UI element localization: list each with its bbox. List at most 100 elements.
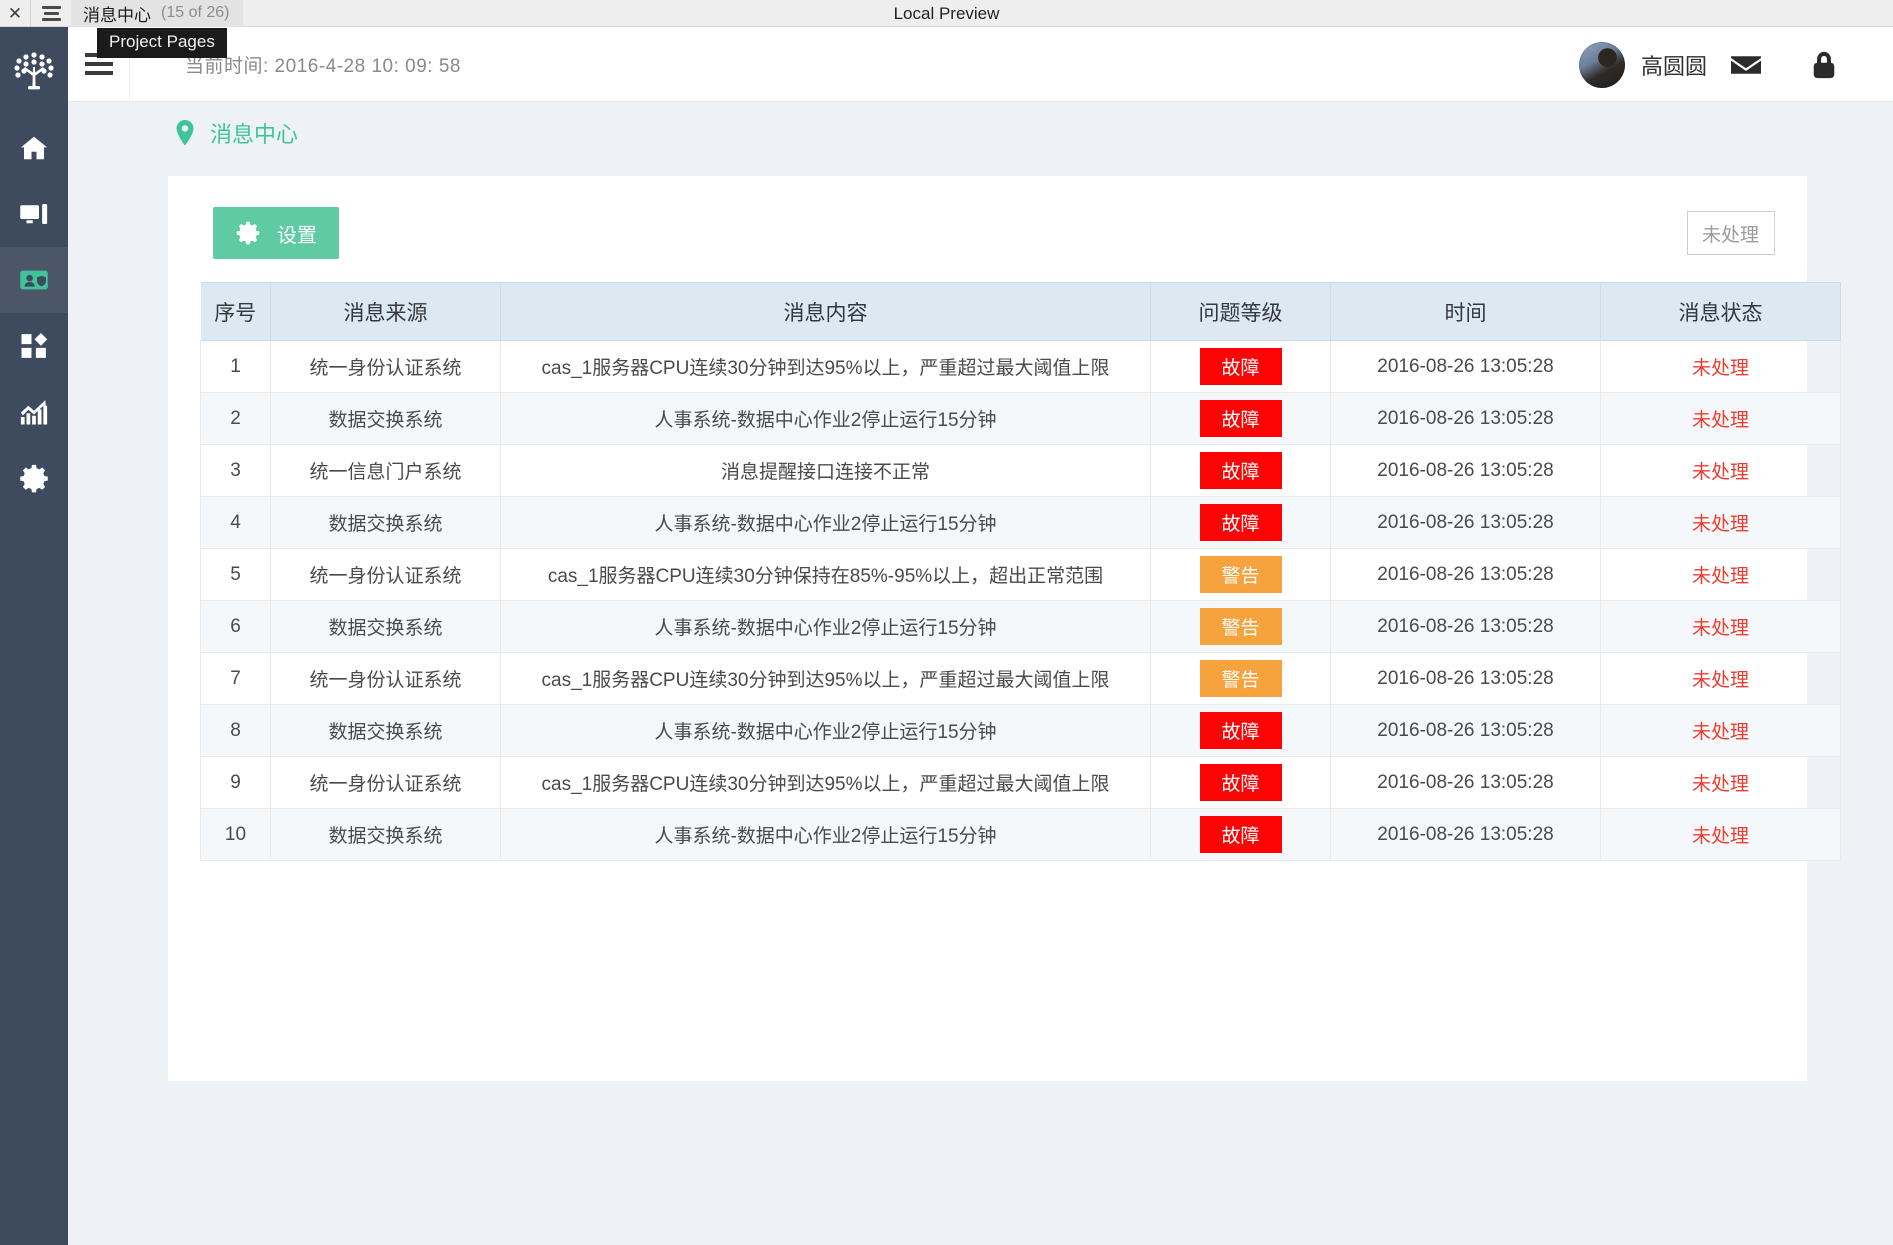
messages-button[interactable] <box>1707 27 1785 102</box>
table-body: 1 统一身份认证系统 cas_1服务器CPU连续30分钟到达95%以上，严重超过最大… <box>200 340 1841 861</box>
message-status-link[interactable]: 未处理 <box>1692 566 1749 587</box>
cell-source: 统一信息门户系统 <box>270 444 501 497</box>
id-card-icon <box>20 270 48 290</box>
cell-source: 统一身份认证系统 <box>270 756 501 809</box>
table-row[interactable]: 2 数据交换系统 人事系统-数据中心作业2停止运行15分钟 故障 2016-08-26 … <box>200 392 1841 445</box>
page-title: 消息中心 <box>210 122 299 147</box>
left-sidebar <box>0 27 68 1245</box>
cell-status[interactable]: 未处理 <box>1600 392 1841 445</box>
cell-source: 数据交换系统 <box>270 392 501 445</box>
card-toolbar: 设置 未处理 <box>168 204 1807 262</box>
browser-chrome-bar: ✕ 消息中心 (15 of 26) <box>0 0 1893 27</box>
tooltip-project-pages: Project Pages <box>97 28 227 58</box>
status-badge: 故障 <box>1199 348 1282 385</box>
cell-status[interactable]: 未处理 <box>1600 548 1841 601</box>
column-header-level[interactable]: 问题等级 <box>1150 282 1331 341</box>
cell-status[interactable]: 未处理 <box>1600 756 1841 809</box>
main-area: 当前时间: 2016-4-28 10: 09: 58 高圆圆 消息中心 设置 未… <box>68 26 1893 1245</box>
table-row[interactable]: 6 数据交换系统 人事系统-数据中心作业2停止运行15分钟 警告 2016-08-26 … <box>200 600 1841 653</box>
cell-source: 统一身份认证系统 <box>270 548 501 601</box>
status-badge: 故障 <box>1199 400 1282 437</box>
cell-time: 2016-08-26 13:05:28 <box>1330 704 1601 757</box>
sidebar-item-analytics[interactable] <box>0 379 68 445</box>
content-card: 设置 未处理 序号 消息来源 消息内容 问题等级 时间 消息状态 1 统一身份认… <box>168 176 1841 1081</box>
cell-source: 数据交换系统 <box>270 600 501 653</box>
envelope-icon <box>1731 55 1761 74</box>
settings-button[interactable]: 设置 <box>213 207 339 259</box>
column-header-source[interactable]: 消息来源 <box>270 282 501 341</box>
message-status-link[interactable]: 未处理 <box>1692 618 1749 639</box>
column-header-time[interactable]: 时间 <box>1330 282 1601 341</box>
message-status-link[interactable]: 未处理 <box>1692 358 1749 379</box>
chrome-menu-icon[interactable] <box>31 0 71 27</box>
sidebar-item-identity[interactable] <box>0 247 68 313</box>
cell-index: 4 <box>200 496 271 549</box>
cell-source: 数据交换系统 <box>270 704 501 757</box>
location-pin-icon <box>176 120 194 146</box>
message-status-link[interactable]: 未处理 <box>1692 670 1749 691</box>
table-row[interactable]: 3 统一信息门户系统 消息提醒接口连接不正常 故障 2016-08-26 13:05:2… <box>200 444 1841 497</box>
table-row[interactable]: 5 统一身份认证系统 cas_1服务器CPU连续30分钟保持在85%-95%以上，超… <box>200 548 1841 601</box>
message-status-link[interactable]: 未处理 <box>1692 462 1749 483</box>
status-filter-select[interactable]: 未处理 <box>1687 211 1775 255</box>
cell-status[interactable]: 未处理 <box>1600 704 1841 757</box>
message-status-link[interactable]: 未处理 <box>1692 514 1749 535</box>
cell-content: 人事系统-数据中心作业2停止运行15分钟 <box>500 808 1151 861</box>
table-row[interactable]: 8 数据交换系统 人事系统-数据中心作业2停止运行15分钟 故障 2016-08-26 … <box>200 704 1841 757</box>
cell-status[interactable]: 未处理 <box>1600 808 1841 861</box>
status-badge: 故障 <box>1199 712 1282 749</box>
column-header-status[interactable]: 消息状态 <box>1600 282 1841 341</box>
gear-icon <box>20 464 48 493</box>
sidebar-item-monitor[interactable] <box>0 181 68 247</box>
cell-status[interactable]: 未处理 <box>1600 444 1841 497</box>
table-row[interactable]: 1 统一身份认证系统 cas_1服务器CPU连续30分钟到达95%以上，严重超过最大… <box>200 340 1841 393</box>
cell-index: 5 <box>200 548 271 601</box>
cell-status[interactable]: 未处理 <box>1600 600 1841 653</box>
lock-button[interactable] <box>1785 27 1863 102</box>
cell-index: 3 <box>200 444 271 497</box>
cell-content: 人事系统-数据中心作业2停止运行15分钟 <box>500 600 1151 653</box>
settings-button-label: 设置 <box>277 224 317 247</box>
column-header-content[interactable]: 消息内容 <box>500 282 1151 341</box>
cell-index: 6 <box>200 600 271 653</box>
browser-tab[interactable]: 消息中心 (15 of 26) <box>71 0 244 27</box>
page-heading: 消息中心 <box>68 102 1893 164</box>
sidebar-item-modules[interactable] <box>0 313 68 379</box>
cell-source: 统一身份认证系统 <box>270 340 501 393</box>
cell-time: 2016-08-26 13:05:28 <box>1330 548 1601 601</box>
header-right-group: 高圆圆 <box>1578 27 1863 102</box>
table-row[interactable]: 9 统一身份认证系统 cas_1服务器CPU连续30分钟到达95%以上，严重超过最大… <box>200 756 1841 809</box>
cell-content: cas_1服务器CPU连续30分钟到达95%以上，严重超过最大阈值上限 <box>500 340 1151 393</box>
cell-level: 故障 <box>1150 444 1331 497</box>
cell-index: 10 <box>200 808 271 861</box>
table-row[interactable]: 7 统一身份认证系统 cas_1服务器CPU连续30分钟到达95%以上，严重超过最大… <box>200 652 1841 705</box>
cell-level: 故障 <box>1150 496 1331 549</box>
column-header-index[interactable]: 序号 <box>200 282 271 341</box>
cell-status[interactable]: 未处理 <box>1600 496 1841 549</box>
cell-index: 9 <box>200 756 271 809</box>
sidebar-item-settings[interactable] <box>0 445 68 511</box>
home-icon <box>20 136 48 160</box>
table-row[interactable]: 10 数据交换系统 人事系统-数据中心作业2停止运行15分钟 故障 2016-08-26… <box>200 808 1841 861</box>
table-row[interactable]: 4 数据交换系统 人事系统-数据中心作业2停止运行15分钟 故障 2016-08-26 … <box>200 496 1841 549</box>
app-header: 当前时间: 2016-4-28 10: 09: 58 高圆圆 <box>68 26 1893 102</box>
status-badge: 故障 <box>1199 504 1282 541</box>
browser-tab-count: (15 of 26) <box>161 4 230 21</box>
message-status-link[interactable]: 未处理 <box>1692 826 1749 847</box>
cell-status[interactable]: 未处理 <box>1600 340 1841 393</box>
cell-time: 2016-08-26 13:05:28 <box>1330 808 1601 861</box>
status-badge: 警告 <box>1199 556 1282 593</box>
table-header-row: 序号 消息来源 消息内容 问题等级 时间 消息状态 <box>200 282 1841 341</box>
status-filter-value: 未处理 <box>1702 224 1760 246</box>
message-status-link[interactable]: 未处理 <box>1692 722 1749 743</box>
grid-shapes-icon <box>21 333 48 358</box>
message-status-link[interactable]: 未处理 <box>1692 410 1749 431</box>
avatar[interactable] <box>1578 41 1625 88</box>
cell-status[interactable]: 未处理 <box>1600 652 1841 705</box>
close-icon[interactable]: ✕ <box>0 0 30 27</box>
status-badge: 故障 <box>1199 816 1282 853</box>
cell-level: 故障 <box>1150 808 1331 861</box>
cell-source: 数据交换系统 <box>270 808 501 861</box>
sidebar-item-home[interactable] <box>0 115 68 181</box>
message-status-link[interactable]: 未处理 <box>1692 774 1749 795</box>
